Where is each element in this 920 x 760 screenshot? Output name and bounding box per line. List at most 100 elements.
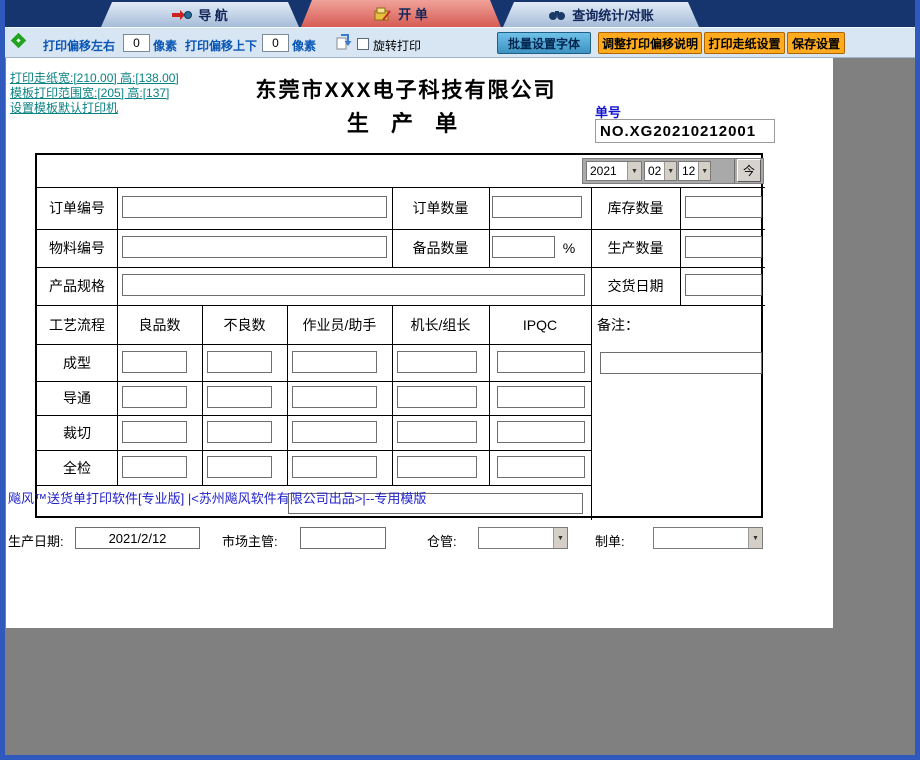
offset-horizontal-label: 打印偏移左右 bbox=[43, 37, 115, 54]
conduction-good-qty-input[interactable] bbox=[122, 386, 187, 408]
order-qty-label: 订单数量 bbox=[392, 187, 489, 229]
maker-label: 制单: bbox=[595, 531, 625, 550]
cutting-leader-input[interactable] bbox=[397, 421, 477, 443]
remark-input[interactable] bbox=[600, 352, 762, 374]
production-date-label: 生产日期: bbox=[8, 531, 64, 550]
company-title: 东莞市XXX电子科技有限公司 bbox=[126, 74, 686, 104]
tab-bar: 导 航 开 单 查询统计/对账 bbox=[5, 0, 915, 27]
conduction-defect-qty-input[interactable] bbox=[207, 386, 272, 408]
offset-horizontal-unit: 像素 bbox=[153, 37, 177, 54]
inspection-leader-input[interactable] bbox=[397, 456, 477, 478]
order-id-label: 订单编号 bbox=[37, 187, 117, 229]
paper-feed-button[interactable]: 打印走纸设置 bbox=[704, 32, 785, 54]
molding-defect-qty-input[interactable] bbox=[207, 351, 272, 373]
good-qty-header: 良品数 bbox=[117, 305, 202, 344]
gridline bbox=[37, 381, 592, 382]
production-order-table: 2021 ▼ 02 ▼ 12 ▼ 今 订单编号 订单数量 库存数量 物料编号 bbox=[35, 153, 763, 518]
stock-qty-input[interactable] bbox=[685, 196, 762, 218]
batch-font-button[interactable]: 批量设置字体 bbox=[497, 32, 591, 54]
tab-navigation[interactable]: 导 航 bbox=[101, 2, 299, 27]
gridline bbox=[37, 450, 592, 451]
spare-qty-label: 备品数量 bbox=[392, 229, 489, 267]
inspection-ipqc-input[interactable] bbox=[497, 456, 585, 478]
process-flow-header: 工艺流程 bbox=[37, 305, 117, 344]
tab-query-stats[interactable]: 查询统计/对账 bbox=[503, 2, 699, 27]
cutting-operator-input[interactable] bbox=[292, 421, 377, 443]
offset-vertical-input[interactable] bbox=[262, 34, 289, 52]
chevron-down-icon: ▼ bbox=[553, 528, 567, 548]
conduction-operator-input[interactable] bbox=[292, 386, 377, 408]
delivery-date-input[interactable] bbox=[685, 274, 762, 296]
process-row-label: 成型 bbox=[37, 344, 117, 381]
production-qty-input[interactable] bbox=[685, 236, 762, 258]
diamond-icon bbox=[11, 33, 27, 49]
software-watermark: 飚风™送货单打印软件[专业版] |<苏州飚风软件有限公司出品>|--专用模版 bbox=[8, 488, 426, 507]
chevron-down-icon: ▼ bbox=[627, 162, 641, 180]
stock-qty-label: 库存数量 bbox=[591, 187, 680, 229]
year-select[interactable]: 2021 ▼ bbox=[586, 161, 642, 181]
cutting-good-qty-input[interactable] bbox=[122, 421, 187, 443]
today-button[interactable]: 今 bbox=[737, 159, 761, 182]
default-printer-link[interactable]: 设置模板默认打印机 bbox=[10, 99, 118, 116]
chevron-down-icon: ▼ bbox=[748, 528, 762, 548]
process-row-label: 裁切 bbox=[37, 415, 117, 450]
product-spec-label: 产品规格 bbox=[37, 267, 117, 305]
gridline bbox=[37, 344, 592, 345]
remark-label: 备注： bbox=[597, 315, 639, 335]
conduction-leader-input[interactable] bbox=[397, 386, 477, 408]
material-id-label: 物料编号 bbox=[37, 229, 117, 267]
cutting-ipqc-input[interactable] bbox=[497, 421, 585, 443]
ipqc-header: IPQC bbox=[489, 305, 591, 344]
offset-horizontal-input[interactable] bbox=[123, 34, 150, 52]
adjust-offset-button[interactable]: 调整打印偏移说明 bbox=[598, 32, 702, 54]
inspection-defect-qty-input[interactable] bbox=[207, 456, 272, 478]
rotate-print-checkbox[interactable] bbox=[357, 38, 369, 50]
tab-label: 查询统计/对账 bbox=[572, 5, 654, 24]
offset-vertical-unit: 像素 bbox=[292, 37, 316, 54]
app-window: 导 航 开 单 查询统计/对账 打印偏移左右 像素 打印偏移上下 像素 bbox=[0, 0, 920, 760]
tab-label: 开 单 bbox=[398, 4, 428, 23]
navigation-icon bbox=[172, 8, 192, 22]
maker-select[interactable]: ▼ bbox=[653, 527, 763, 549]
leader-header: 机长/组长 bbox=[392, 305, 489, 344]
tab-billing[interactable]: 开 单 bbox=[301, 0, 501, 27]
inspection-operator-input[interactable] bbox=[292, 456, 377, 478]
toolbar: 打印偏移左右 像素 打印偏移上下 像素 旋转打印 批量设置字体 调整打印偏移说明… bbox=[5, 27, 915, 58]
delivery-date-label: 交货日期 bbox=[591, 267, 680, 305]
product-spec-input[interactable] bbox=[122, 274, 585, 296]
chevron-down-icon: ▼ bbox=[664, 162, 676, 180]
rotate-print-icon bbox=[335, 32, 352, 50]
order-qty-input[interactable] bbox=[492, 196, 582, 218]
spare-qty-unit: % bbox=[559, 229, 579, 267]
process-row-label: 导通 bbox=[37, 381, 117, 415]
process-row-label: 全检 bbox=[37, 450, 117, 485]
save-settings-button[interactable]: 保存设置 bbox=[787, 32, 845, 54]
rotate-print-label: 旋转打印 bbox=[373, 37, 421, 54]
date-bar-divider bbox=[734, 159, 735, 183]
cutting-defect-qty-input[interactable] bbox=[207, 421, 272, 443]
molding-operator-input[interactable] bbox=[292, 351, 377, 373]
print-template-document: 打印走纸宽:[210.00] 高:[138.00] 模板打印范围宽:[205] … bbox=[6, 58, 833, 628]
material-id-input[interactable] bbox=[122, 236, 387, 258]
month-select[interactable]: 02 ▼ bbox=[644, 161, 677, 181]
day-select[interactable]: 12 ▼ bbox=[678, 161, 711, 181]
conduction-ipqc-input[interactable] bbox=[497, 386, 585, 408]
order-no-value[interactable]: NO.XG20210212001 bbox=[595, 119, 775, 143]
molding-ipqc-input[interactable] bbox=[497, 351, 585, 373]
billing-icon bbox=[374, 7, 392, 21]
production-date-input[interactable] bbox=[75, 527, 200, 549]
defect-qty-header: 不良数 bbox=[202, 305, 287, 344]
offset-vertical-label: 打印偏移上下 bbox=[185, 37, 257, 54]
spare-qty-input[interactable] bbox=[492, 236, 555, 258]
warehouse-select[interactable]: ▼ bbox=[478, 527, 568, 549]
binoculars-icon bbox=[548, 9, 566, 21]
market-manager-input[interactable] bbox=[300, 527, 386, 549]
molding-leader-input[interactable] bbox=[397, 351, 477, 373]
chevron-down-icon: ▼ bbox=[698, 162, 710, 180]
tab-label: 导 航 bbox=[198, 5, 228, 24]
gridline bbox=[37, 485, 592, 486]
molding-good-qty-input[interactable] bbox=[122, 351, 187, 373]
inspection-good-qty-input[interactable] bbox=[122, 456, 187, 478]
gridline bbox=[680, 187, 681, 305]
order-id-input[interactable] bbox=[122, 196, 387, 218]
